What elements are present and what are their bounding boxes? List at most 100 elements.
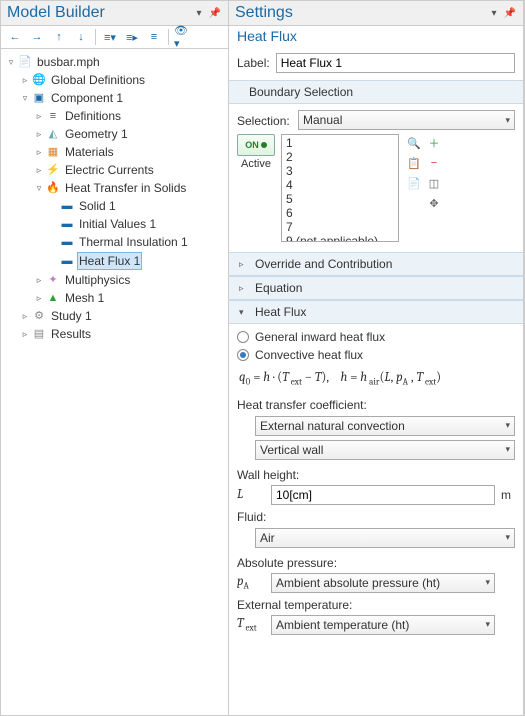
boundary-list-item[interactable]: 1 [284,136,396,150]
tree-node-label: Global Definitions [49,72,147,88]
panel-menu-icon[interactable]: ▾ [192,6,206,20]
tree-node-label: Thermal Insulation 1 [77,234,190,250]
tree-node[interactable]: ▹▦Materials [3,143,226,161]
add-icon[interactable]: ＋ [425,134,443,152]
settings-title: Settings [235,4,293,22]
tree-node[interactable]: ▹≡Definitions [3,107,226,125]
tree-node-icon: ◭ [45,127,61,141]
abs-pressure-label: Absolute pressure: [237,552,515,572]
tree-node[interactable]: ▹🌐Global Definitions [3,71,226,89]
tree-toggle-icon[interactable]: ▹ [19,326,31,342]
tree-toggle-icon[interactable]: ▹ [33,108,45,124]
tree-node[interactable]: ▹⚡Electric Currents [3,161,226,179]
tree-toggle-icon[interactable]: ▹ [33,272,45,288]
htc-type-dropdown[interactable]: External natural convection [255,416,515,436]
tree-node[interactable]: ▬Thermal Insulation 1 [3,233,226,251]
wall-height-label: Wall height: [237,464,515,484]
tree-node-label: Study 1 [49,308,94,324]
selection-dropdown[interactable]: Manual [298,110,515,130]
tree-node[interactable]: ▿📄busbar.mph [3,53,226,71]
tree-node[interactable]: ▹⚙Study 1 [3,307,226,325]
ext-temp-dropdown[interactable]: Ambient temperature (ht) [271,615,495,635]
boundary-list[interactable]: 12345679 (not applicable) [281,134,399,242]
pin-icon[interactable]: 📌 [503,6,517,20]
tree-node-label: Geometry 1 [63,126,130,142]
fluid-dropdown[interactable]: Air [255,528,515,548]
nav-up-button[interactable]: ↑ [49,28,69,46]
paste-icon[interactable]: 📄 [405,174,423,192]
equation-section-header[interactable]: ▹ Equation [229,276,523,300]
collapse-button[interactable]: ≡▾ [100,28,120,46]
tree-node[interactable]: ▬Solid 1 [3,197,226,215]
tree-toggle-icon[interactable]: ▿ [5,54,17,70]
boundary-list-item[interactable]: 2 [284,150,396,164]
tree-node-label: Definitions [63,108,123,124]
fluid-label: Fluid: [237,506,515,526]
geometry-icon[interactable]: ◫ [425,174,443,192]
tree-toggle-icon[interactable]: ▹ [19,308,31,324]
tree-node[interactable]: ▹◭Geometry 1 [3,125,226,143]
boundary-list-item[interactable]: 3 [284,164,396,178]
tree-node-icon: ✦ [45,273,61,287]
copy-icon[interactable]: 📋 [405,154,423,172]
zoom-extents-icon[interactable]: 🔍 [405,134,423,152]
active-toggle[interactable]: ON [237,134,275,156]
tree-node[interactable]: ▿▣Component 1 [3,89,226,107]
tree-node-label: Heat Flux 1 [77,252,142,270]
tree-node-icon: 📄 [17,55,33,69]
expand-button[interactable]: ≡▸ [122,28,142,46]
show-button[interactable]: 👁▾ [173,28,193,46]
boundary-list-item[interactable]: 4 [284,178,396,192]
pin-icon[interactable]: 📌 [208,6,222,20]
tree-toggle-icon[interactable]: ▹ [33,162,45,178]
tree-toggle-icon[interactable]: ▹ [33,290,45,306]
heatflux-section-header[interactable]: ▾ Heat Flux [229,300,523,324]
settings-header: Settings ▾ 📌 [229,1,523,26]
remove-icon[interactable]: − [425,154,443,172]
boundary-list-item[interactable]: 6 [284,206,396,220]
nav-back-button[interactable]: ← [5,28,25,46]
tree-toggle-icon[interactable]: ▹ [33,126,45,142]
override-section-header[interactable]: ▹ Override and Contribution [229,252,523,276]
tree-node[interactable]: ▹✦Multiphysics [3,271,226,289]
boundary-list-item[interactable]: 5 [284,192,396,206]
tree-node[interactable]: ▹▤Results [3,325,226,343]
tree-node-icon: ▦ [45,145,61,159]
model-builder-panel: Model Builder ▾ 📌 ← → ↑ ↓ ≡▾ ≡▸ ≡ 👁▾ ▿📄b… [1,1,229,715]
boundary-list-item[interactable]: 7 [284,220,396,234]
abs-pressure-dropdown[interactable]: Ambient absolute pressure (ht) [271,573,495,593]
convective-radio[interactable]: Convective heat flux [237,346,515,364]
general-inward-radio[interactable]: General inward heat flux [237,328,515,346]
tree-node[interactable]: ▹▲Mesh 1 [3,289,226,307]
settings-panel: Settings ▾ 📌 Heat Flux Label: Boundary S… [229,1,524,715]
ext-temp-label: External temperature: [237,594,515,614]
tree-node-label: Initial Values 1 [77,216,158,232]
chevron-right-icon: ▹ [239,259,249,270]
boundary-list-item[interactable]: 9 (not applicable) [284,234,396,242]
label-caption: Label: [237,56,270,70]
tree-node-icon: ▬ [59,254,75,268]
tree-node-icon: ▬ [59,217,75,231]
panel-menu-icon[interactable]: ▾ [487,6,501,20]
tree-toggle-icon[interactable]: ▹ [33,144,45,160]
tree-node-label: Materials [63,144,116,160]
wall-height-input[interactable] [271,485,495,505]
model-tree[interactable]: ▿📄busbar.mph▹🌐Global Definitions▿▣Compon… [1,49,228,715]
tree-node[interactable]: ▬Initial Values 1 [3,215,226,233]
label-input[interactable] [276,53,515,73]
tree-node-icon: ▬ [59,199,75,213]
list-button[interactable]: ≡ [144,28,164,46]
tree-node-label: Solid 1 [77,198,118,214]
boundary-selection-header: Boundary Selection [229,80,523,104]
htc-config-dropdown[interactable]: Vertical wall [255,440,515,460]
tree-toggle-icon[interactable]: ▿ [19,90,31,106]
tree-node-icon: 🌐 [31,73,47,87]
tree-toggle-icon[interactable]: ▹ [19,72,31,88]
tree-node[interactable]: ▿🔥Heat Transfer in Solids [3,179,226,197]
nav-down-button[interactable]: ↓ [71,28,91,46]
move-icon[interactable]: ✥ [425,194,443,212]
tree-node[interactable]: ▬Heat Flux 1 [3,251,226,271]
nav-fwd-button[interactable]: → [27,28,47,46]
radio-checked-icon [237,349,249,361]
tree-toggle-icon[interactable]: ▿ [33,180,45,196]
